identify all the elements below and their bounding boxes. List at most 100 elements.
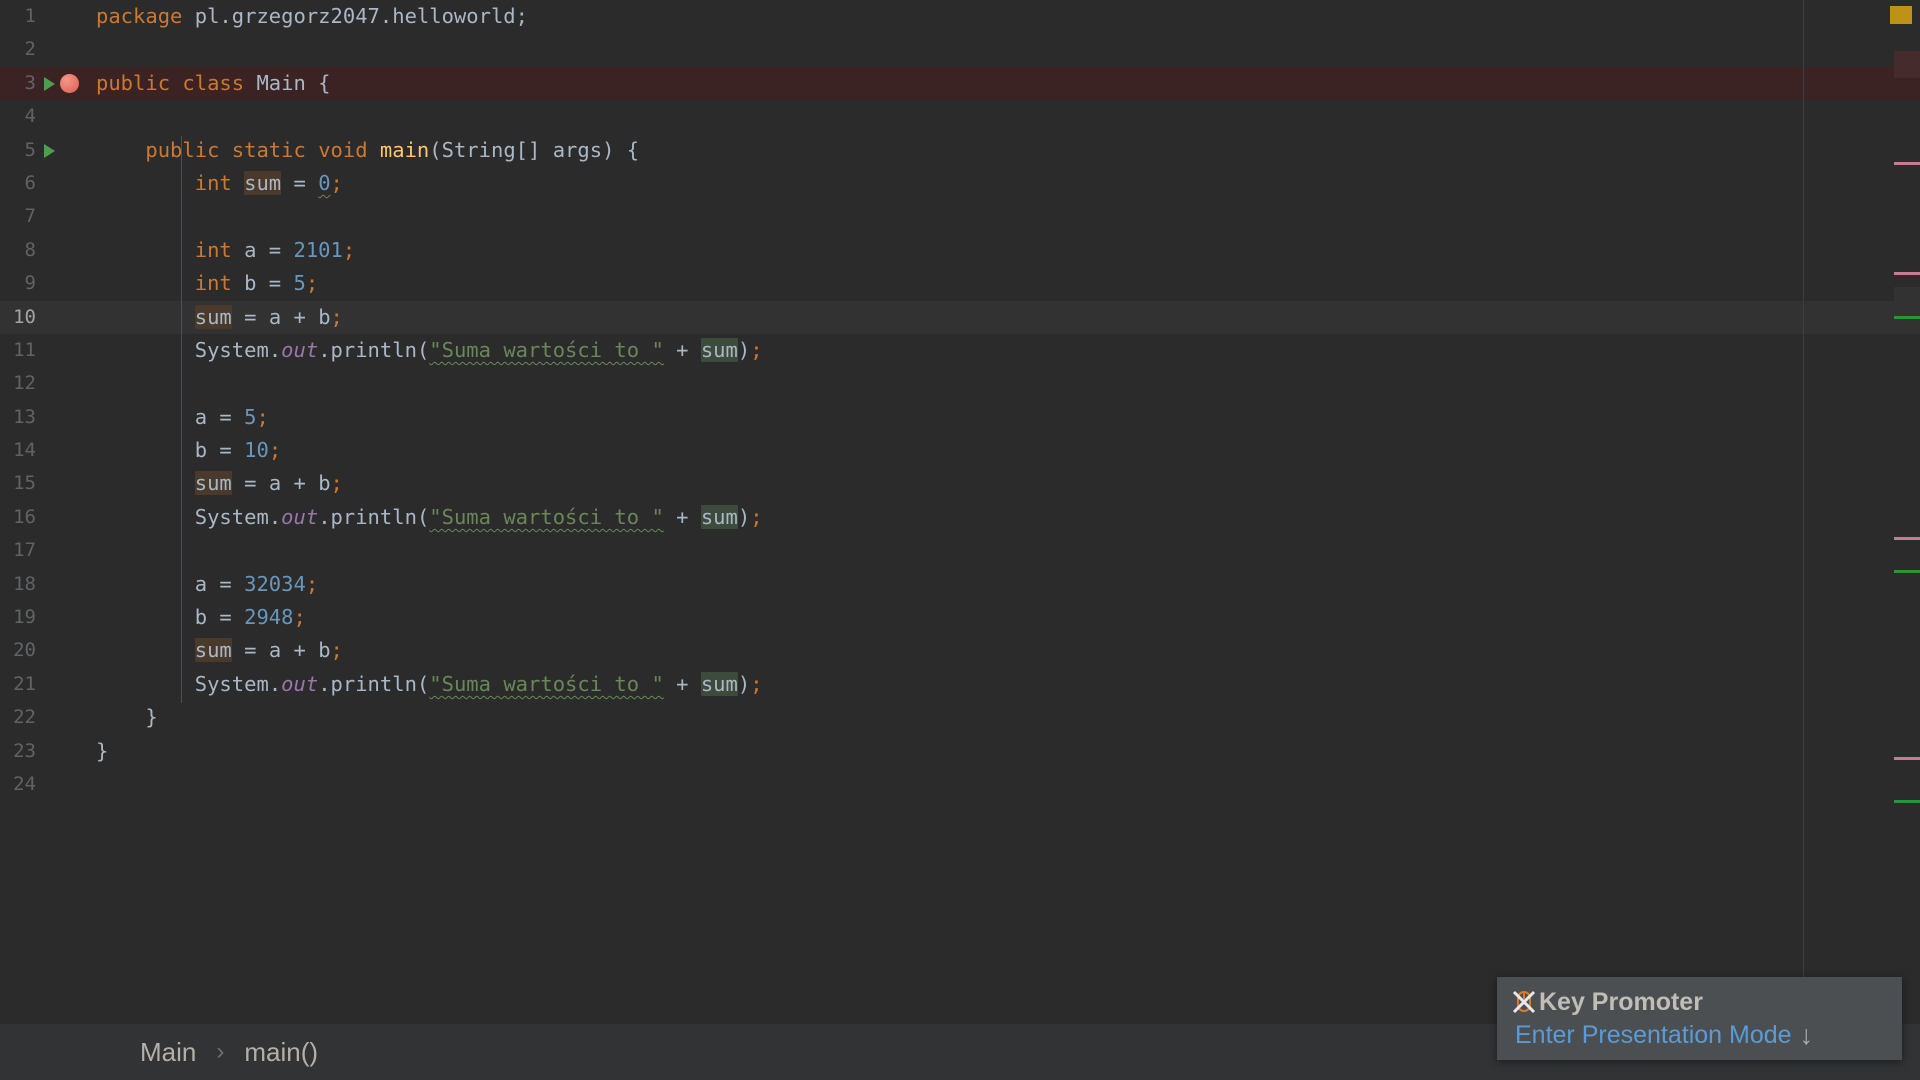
ide-window: 1 package pl.grzegorz2047.helloworld; 2 …: [0, 0, 1920, 1080]
stripe-caret-band: [1894, 287, 1920, 317]
code-text: b = 10;: [194, 438, 282, 463]
token-sum-variable: sum: [244, 170, 282, 195]
token-int-keyword: int: [194, 271, 232, 296]
breadcrumb-item-class[interactable]: Main: [140, 1037, 196, 1068]
token-message-string: "Suma wartości to ": [429, 504, 664, 529]
code-text: System.out.println("Suma wartości to " +…: [194, 504, 763, 529]
error-stripe-scrollbar[interactable]: [1890, 0, 1920, 1020]
line-number: 8: [24, 238, 36, 261]
code-line[interactable]: 8 int a = 2101;: [0, 234, 1920, 267]
code-text: public class Main {: [96, 70, 331, 95]
stripe-warning-mark[interactable]: [1894, 537, 1920, 540]
breadcrumb-item-method[interactable]: main(): [244, 1037, 318, 1068]
code-line[interactable]: 13 a = 5;: [0, 401, 1920, 434]
code-line[interactable]: 22 }: [0, 701, 1920, 734]
stripe-vcs-mark[interactable]: [1894, 800, 1920, 803]
gutter-icons: [40, 0, 92, 33]
token-public-keyword: public: [96, 70, 171, 95]
line-number: 2: [24, 38, 36, 61]
code-line[interactable]: 9 int b = 5;: [0, 267, 1920, 300]
token-system-class: System: [194, 671, 269, 696]
code-text: b = 2948;: [194, 605, 306, 630]
code-editor[interactable]: 1 package pl.grzegorz2047.helloworld; 2 …: [0, 0, 1920, 1020]
run-method-icon[interactable]: [44, 143, 55, 158]
token-number-5: 5: [293, 271, 306, 296]
code-line[interactable]: 11 System.out.println("Suma wartości to …: [0, 334, 1920, 367]
line-number: 3: [24, 71, 36, 94]
token-out-field: out: [281, 671, 319, 696]
code-line[interactable]: 19 b = 2948;: [0, 601, 1920, 634]
token-a-variable: a: [194, 571, 208, 596]
code-line[interactable]: 2: [0, 33, 1920, 66]
stripe-warning-mark[interactable]: [1894, 757, 1920, 760]
code-text: sum = a + b;: [194, 304, 343, 329]
code-line[interactable]: 4: [0, 100, 1920, 133]
token-number-2101: 2101: [293, 237, 343, 262]
run-class-icon[interactable]: [44, 76, 55, 91]
line-number: 24: [13, 772, 36, 795]
code-line[interactable]: 12: [0, 367, 1920, 400]
mouse-crossed-out-icon: [1511, 989, 1537, 1015]
code-line[interactable]: 14 b = 10;: [0, 434, 1920, 467]
code-text: sum = a + b;: [194, 471, 343, 496]
token-a-variable: a: [268, 304, 282, 329]
code-text: int a = 2101;: [194, 237, 356, 262]
code-line[interactable]: 15 sum = a + b;: [0, 467, 1920, 500]
breakpoint-icon[interactable]: [60, 73, 79, 93]
token-println-method: println: [330, 671, 417, 696]
code-line[interactable]: 18 a = 32034;: [0, 568, 1920, 601]
code-text: public static void main(String[] args) {: [145, 137, 640, 162]
token-sum-variable: sum: [700, 337, 738, 362]
token-b-variable: b: [318, 304, 331, 329]
code-line-breakpoint[interactable]: 3 public class Main {: [0, 66, 1920, 101]
code-line[interactable]: 23 }: [0, 735, 1920, 768]
key-promoter-notification[interactable]: Key Promoter Enter Presentation Mode ↓: [1497, 977, 1902, 1060]
token-args-param: args: [552, 137, 603, 162]
token-number-5: 5: [244, 404, 257, 429]
code-line[interactable]: 16 System.out.println("Suma wartości to …: [0, 501, 1920, 534]
code-text: package pl.grzegorz2047.helloworld;: [96, 0, 528, 33]
code-line[interactable]: 24: [0, 768, 1920, 801]
token-static-keyword: static: [231, 137, 306, 162]
stripe-warning-mark[interactable]: [1894, 272, 1920, 275]
code-line[interactable]: 1 package pl.grzegorz2047.helloworld;: [0, 0, 1920, 33]
gutter-icons[interactable]: [40, 134, 92, 167]
token-sum-variable: sum: [194, 471, 232, 496]
right-margin-guide: [1803, 0, 1804, 1020]
token-main-method: main: [379, 137, 430, 162]
code-text: System.out.println("Suma wartości to " +…: [194, 671, 763, 696]
indent-guide: [181, 136, 182, 703]
code-line-current[interactable]: 10 sum = a + b;: [0, 300, 1920, 334]
code-line[interactable]: 21 System.out.println("Suma wartości to …: [0, 668, 1920, 701]
key-promoter-action[interactable]: Enter Presentation Mode ↓: [1511, 1021, 1888, 1050]
stripe-vcs-mark[interactable]: [1894, 570, 1920, 573]
token-closing-brace: }: [145, 705, 158, 730]
code-line[interactable]: 6 int sum = 0;: [0, 167, 1920, 200]
token-sum-variable: sum: [700, 671, 738, 696]
line-number: 17: [13, 539, 36, 562]
token-message-string: "Suma wartości to ": [429, 671, 664, 696]
code-line[interactable]: 7: [0, 200, 1920, 233]
code-line[interactable]: 17: [0, 534, 1920, 567]
line-number: 5: [24, 138, 36, 161]
code-text: }: [96, 701, 158, 734]
gutter-icons[interactable]: [40, 67, 92, 100]
code-line[interactable]: 20 sum = a + b;: [0, 634, 1920, 667]
token-closing-brace: }: [96, 738, 109, 763]
stripe-breakpoint-band: [1894, 51, 1920, 78]
line-number: 14: [13, 439, 36, 462]
code-text: sum = a + b;: [194, 638, 343, 663]
token-zero-literal: 0: [318, 170, 331, 195]
stripe-warning-mark[interactable]: [1894, 162, 1920, 165]
inspection-status-badge[interactable]: [1890, 6, 1912, 24]
code-line[interactable]: 5 public static void main(String[] args)…: [0, 134, 1920, 167]
token-a-variable: a: [244, 237, 257, 262]
token-a-variable: a: [268, 471, 282, 496]
stripe-vcs-mark[interactable]: [1894, 316, 1920, 319]
line-number: 22: [13, 706, 36, 729]
token-message-string: "Suma wartości to ": [429, 337, 664, 362]
token-out-field: out: [281, 337, 319, 362]
token-int-keyword: int: [194, 170, 232, 195]
token-println-method: println: [330, 504, 417, 529]
line-number: 21: [13, 672, 36, 695]
